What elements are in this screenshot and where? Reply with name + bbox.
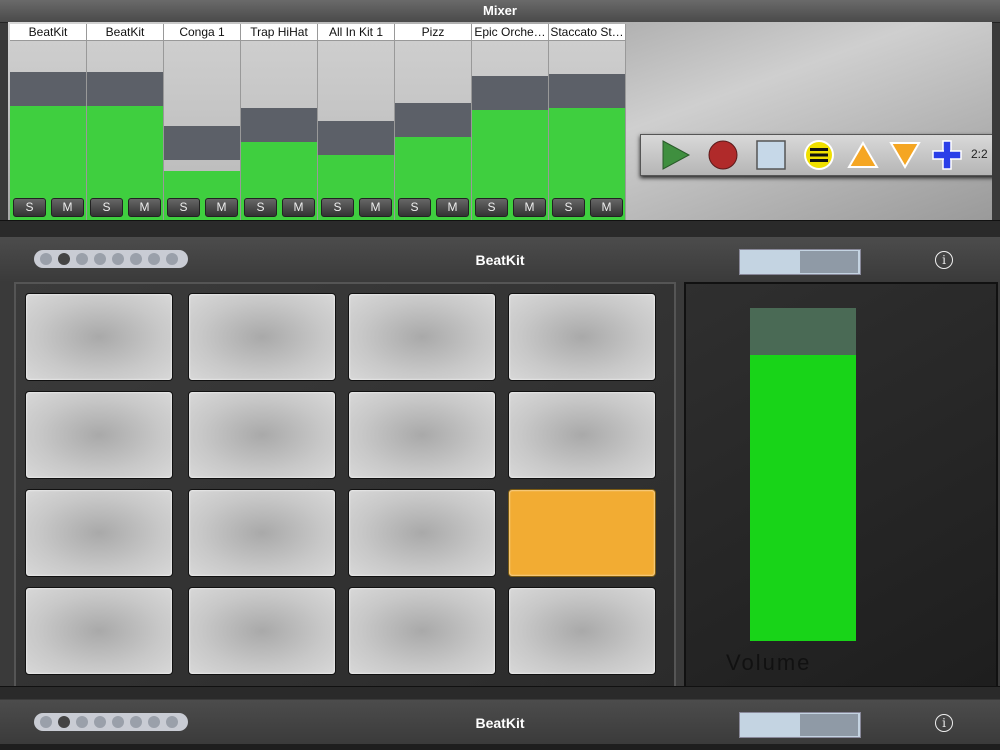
drum-pad[interactable] [188,293,336,381]
channel-fader-handle[interactable] [87,72,163,106]
mixer-channel[interactable]: Epic Orche… S M [472,24,549,220]
solo-button[interactable]: S [167,198,200,217]
drum-pad[interactable] [25,489,173,577]
channel-name: Trap HiHat [241,24,317,41]
slider-thumb[interactable] [800,251,858,273]
drum-pad[interactable] [508,293,656,381]
drum-pad[interactable] [188,391,336,479]
mixer-rail [0,220,1000,237]
volume-slider[interactable] [750,355,856,641]
mixer-channel[interactable]: All In Kit 1 SM [318,24,395,220]
mute-button[interactable]: M [205,198,238,217]
lower-instrument-header: BeatKit i [0,700,1000,746]
volume-peak [750,308,856,355]
instrument-header: BeatKit i [0,237,1000,283]
mute-button[interactable]: M [51,198,84,217]
solo-button[interactable]: S [244,198,277,217]
play-icon[interactable] [659,139,691,171]
mute-button[interactable]: M [436,198,469,217]
drum-pad[interactable] [348,293,496,381]
mixer-channel[interactable]: Trap HiHat S M [241,24,318,220]
solo-button[interactable]: S [398,198,431,217]
lower-info-icon[interactable]: i [935,714,953,732]
drum-pad[interactable] [188,489,336,577]
solo-button[interactable]: S [321,198,354,217]
solo-button[interactable]: S [475,198,508,217]
lower-instrument-slider[interactable] [739,712,861,738]
lower-slider-thumb[interactable] [800,714,858,736]
mixer-channel[interactable]: BeatKit S M [87,24,164,220]
mixer-title: Mixer [0,0,1000,23]
drum-pad[interactable] [348,587,496,675]
channel-fader-handle[interactable] [318,121,394,155]
channel-fader-handle[interactable] [395,103,471,137]
channel-name: BeatKit [87,24,163,41]
channel-fader-handle[interactable] [549,74,625,108]
transport-bar: 2:2 [640,134,992,176]
mute-button[interactable]: M [282,198,315,217]
bar-position: 2:2 [971,147,988,161]
channel-fader-handle[interactable] [472,76,548,110]
mixer-channel[interactable]: Pizz S M [395,24,472,220]
drum-pad[interactable] [508,391,656,479]
arrow-up-icon[interactable] [847,139,879,171]
channel-fader-handle[interactable] [164,126,240,160]
drum-pad[interactable] [508,587,656,675]
mute-button[interactable]: M [128,198,161,217]
solo-button[interactable]: S [13,198,46,217]
solo-button[interactable]: S [552,198,585,217]
mute-button[interactable]: M [590,198,623,217]
instrument-rail [0,686,1000,699]
mixer-panel: Staccato St… S M Epic Orche… S M Pizz S M All In … [8,22,992,220]
info-icon[interactable]: i [935,251,953,269]
channel-name: Conga 1 [164,24,240,41]
menu-icon[interactable] [803,139,835,171]
mixer-channel[interactable]: BeatKit S M [10,24,87,220]
pad-grid [14,282,676,688]
channel-name: Epic Orche… [472,24,548,41]
drum-pad[interactable] [348,489,496,577]
instrument-slider[interactable] [739,249,861,275]
channel-fader-handle[interactable] [10,72,86,106]
lower-panel-edge [0,744,1000,750]
drum-pad[interactable] [348,391,496,479]
channel-name: Pizz [395,24,471,41]
drum-pad[interactable] [25,587,173,675]
solo-button[interactable]: S [90,198,123,217]
add-icon[interactable] [931,139,963,171]
channel-name: Staccato St… [549,24,625,41]
drum-pad[interactable] [188,587,336,675]
volume-label: Volume [726,650,812,675]
mixer-channel[interactable]: Conga 1 SM [164,24,241,220]
arrow-down-icon[interactable] [889,139,921,171]
volume-panel: Volume [684,282,998,688]
channel-name: BeatKit [10,24,86,41]
channel-fader-handle[interactable] [241,108,317,142]
drum-pad[interactable] [25,293,173,381]
mute-button[interactable]: M [359,198,392,217]
drum-pad[interactable] [508,489,656,577]
drum-pad[interactable] [25,391,173,479]
mixer-channel[interactable]: Staccato St… S M [549,24,626,220]
channel-name: All In Kit 1 [318,24,394,41]
mute-button[interactable]: M [513,198,546,217]
stop-icon[interactable] [755,139,787,171]
record-icon[interactable] [707,139,739,171]
